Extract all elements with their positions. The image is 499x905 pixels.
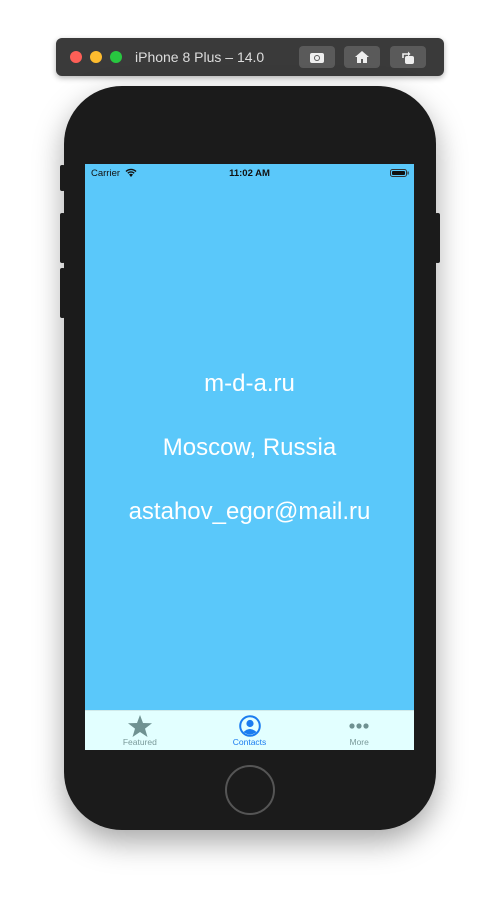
home-icon bbox=[355, 51, 369, 63]
screenshot-button[interactable] bbox=[299, 46, 335, 68]
clock: 11:02 AM bbox=[229, 168, 270, 179]
email-text: astahov_egor@mail.ru bbox=[128, 498, 371, 525]
tab-featured[interactable]: Featured bbox=[85, 711, 195, 750]
device-home-button[interactable] bbox=[225, 765, 275, 815]
minimize-button[interactable] bbox=[90, 51, 102, 63]
tab-contacts[interactable]: Contacts bbox=[195, 711, 305, 750]
tab-label: Featured bbox=[122, 737, 157, 747]
star-icon bbox=[127, 715, 152, 737]
battery-icon bbox=[390, 169, 409, 177]
tab-label: Contacts bbox=[232, 737, 267, 747]
simulator-titlebar: iPhone 8 Plus – 14.0 bbox=[56, 38, 444, 76]
mute-switch bbox=[60, 165, 65, 191]
power-button bbox=[435, 213, 440, 263]
website-text: m-d-a.ru bbox=[204, 370, 295, 397]
zoom-button[interactable] bbox=[110, 51, 122, 63]
location-text: Moscow, Russia bbox=[162, 434, 337, 461]
status-bar: Carrier 11:02 AM bbox=[85, 164, 414, 182]
window-title: iPhone 8 Plus – 14.0 bbox=[135, 49, 265, 65]
home-button[interactable] bbox=[344, 46, 380, 68]
person-circle-icon bbox=[238, 715, 261, 737]
tab-bar: Featured Contacts More bbox=[85, 710, 414, 750]
tab-more[interactable]: More bbox=[304, 711, 414, 750]
more-dots-icon bbox=[349, 723, 369, 729]
rotate-button[interactable] bbox=[390, 46, 426, 68]
rotate-icon bbox=[402, 51, 414, 64]
close-button[interactable] bbox=[70, 51, 82, 63]
app-screen: Carrier 11:02 AM m-d-a.ru Moscow, Russia… bbox=[85, 164, 414, 750]
screenshot-icon bbox=[310, 53, 324, 63]
volume-up-button bbox=[60, 213, 65, 263]
volume-down-button bbox=[60, 268, 65, 318]
tab-label: More bbox=[349, 737, 369, 747]
